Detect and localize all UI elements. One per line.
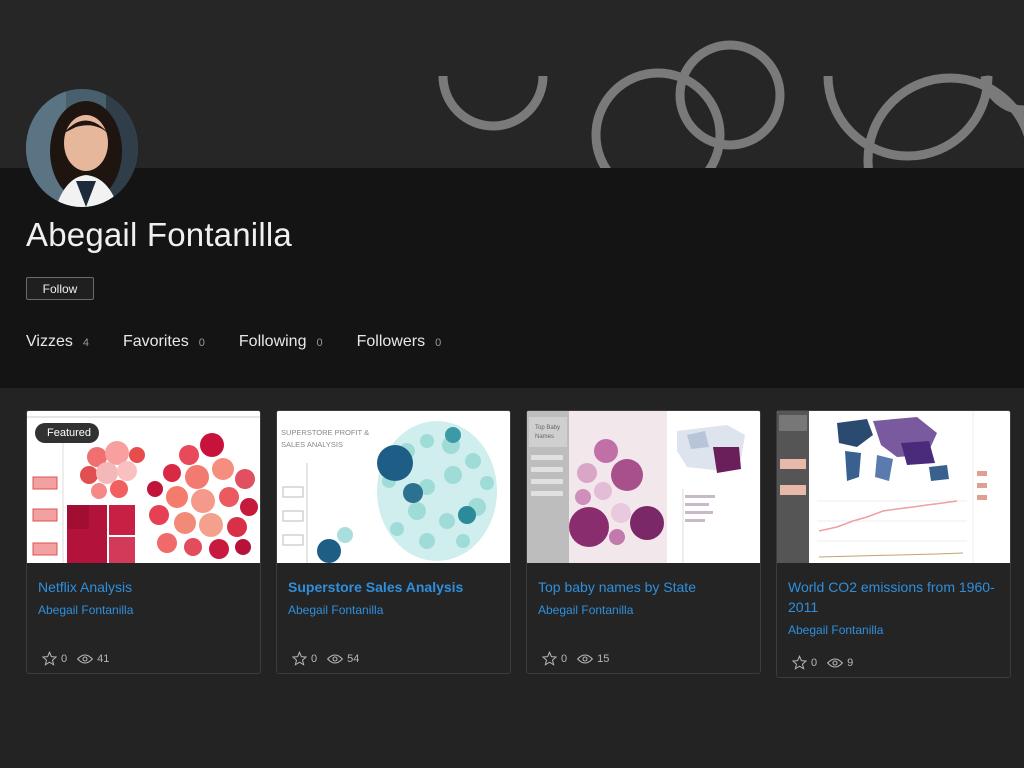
avatar [26,89,138,207]
featured-badge: Featured [35,423,100,443]
tab-followers[interactable]: Followers 0 [357,333,442,351]
thumb-title-line1: Top Baby [535,425,560,431]
viz-thumbnail[interactable]: Top Baby Names [527,411,760,563]
viz-meta: 0 15 [542,651,619,666]
profile-header [0,168,1024,388]
stat-count: 4 [82,337,89,349]
tab-favorites[interactable]: Favorites 0 [123,333,205,351]
stat-count: 0 [198,337,205,349]
star-icon [542,651,557,666]
viz-meta: 0 54 [292,651,369,666]
viz-thumbnail[interactable]: SUPERSTORE PROFIT & SALES ANALYSIS [277,411,510,563]
viz-title[interactable]: Top baby names by State [538,577,749,597]
favorites-count[interactable]: 0 [542,651,567,666]
superstore-thumbnail-image: SUPERSTORE PROFIT & SALES ANALYSIS [277,411,510,563]
viz-author[interactable]: Abegail Fontanilla [288,603,499,617]
eye-icon [77,653,94,664]
views-count: 41 [77,653,109,665]
profile-banner [0,0,1024,168]
views-value: 15 [597,652,610,665]
views-value: 54 [347,652,360,665]
profile-stats: Vizzes 4 Favorites 0 Following 0 Followe… [26,333,475,351]
stat-label: Followers [356,333,426,350]
viz-gallery: Featured Netflix Analysis Abegail Fontan… [26,410,1011,678]
viz-meta: 0 41 [42,651,119,666]
viz-title[interactable]: Superstore Sales Analysis [288,577,499,597]
favorites-count[interactable]: 0 [42,651,67,666]
favorites-value: 0 [561,652,568,665]
favorites-value: 0 [811,656,818,669]
viz-card[interactable]: World CO2 emissions from 1960-2011 Abega… [776,410,1011,678]
stat-label: Favorites [122,333,189,350]
profile-name: Abegail Fontanilla [26,216,292,253]
views-value: 41 [97,652,110,665]
eye-icon [327,653,344,664]
star-icon [42,651,57,666]
stat-label: Vizzes [26,333,73,350]
viz-author[interactable]: Abegail Fontanilla [38,603,249,617]
viz-author[interactable]: Abegail Fontanilla [538,603,749,617]
views-count: 9 [827,657,853,669]
viz-title[interactable]: World CO2 emissions from 1960-2011 [788,577,999,617]
viz-thumbnail[interactable] [777,411,1010,563]
viz-thumbnail[interactable]: Featured [27,411,260,563]
star-icon [292,651,307,666]
thumb-title-line2: Names [535,434,554,440]
viz-card[interactable]: SUPERSTORE PROFIT & SALES ANALYSIS Super… [276,410,511,674]
babynames-thumbnail-image: Top Baby Names [527,411,760,563]
avatar-image [26,89,138,207]
thumb-title-line1: SUPERSTORE PROFIT & [281,428,369,437]
eye-icon [577,653,594,664]
stat-label: Following [238,333,307,350]
views-count: 15 [577,653,609,665]
views-count: 54 [327,653,359,665]
views-value: 9 [847,656,854,669]
stat-count: 0 [435,337,442,349]
stat-count: 0 [316,337,323,349]
co2-thumbnail-image [777,411,1010,563]
viz-author[interactable]: Abegail Fontanilla [788,623,999,637]
thumb-title-line2: SALES ANALYSIS [281,440,343,449]
viz-meta: 0 9 [792,655,863,670]
eye-icon [827,657,844,668]
favorites-value: 0 [61,652,68,665]
star-icon [792,655,807,670]
viz-card[interactable]: Top Baby Names Top baby names by State A… [526,410,761,674]
viz-card[interactable]: Featured Netflix Analysis Abegail Fontan… [26,410,261,674]
tab-following[interactable]: Following 0 [239,333,323,351]
favorites-value: 0 [311,652,318,665]
viz-title[interactable]: Netflix Analysis [38,577,249,597]
tab-vizzes[interactable]: Vizzes 4 [26,333,89,351]
favorites-count[interactable]: 0 [792,655,817,670]
follow-button[interactable]: Follow [26,277,94,300]
banner-pattern [438,40,1024,168]
favorites-count[interactable]: 0 [292,651,317,666]
